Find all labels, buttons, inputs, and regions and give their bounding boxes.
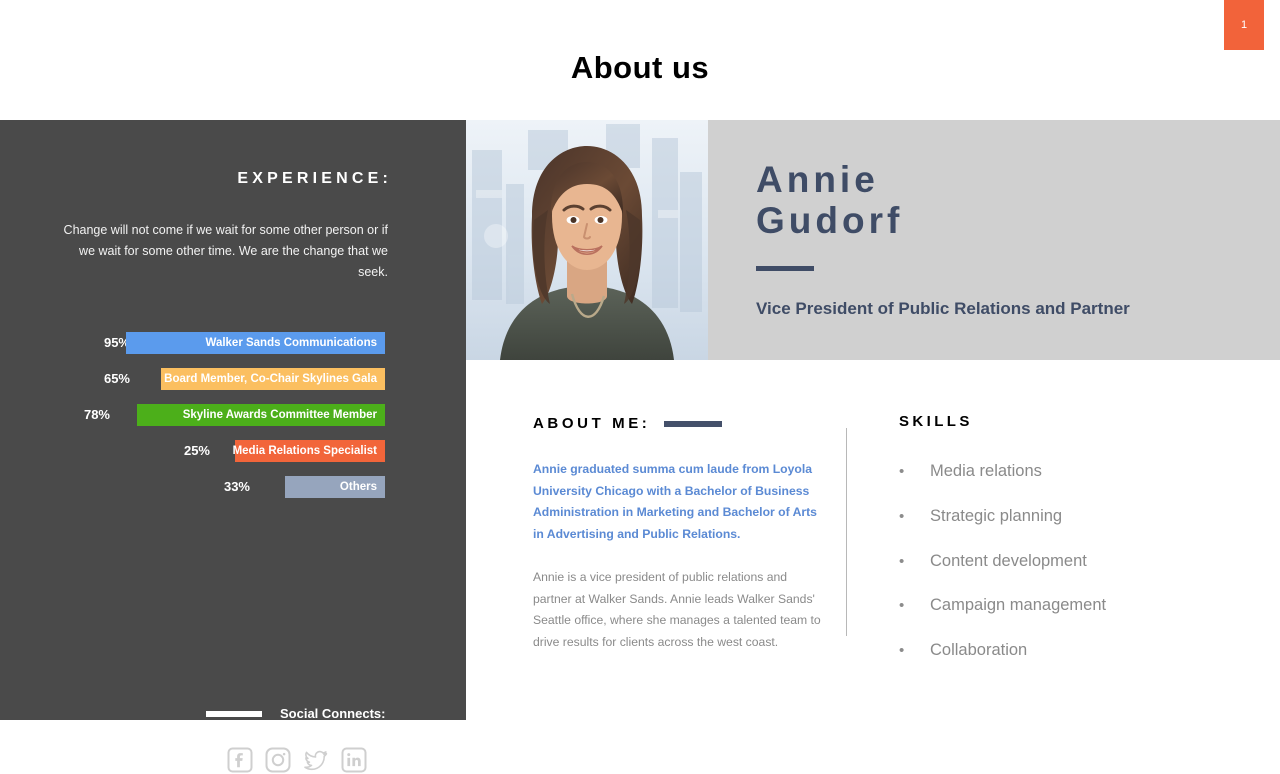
skill-label: Campaign management [930,596,1107,615]
skills-heading: SKILLS [899,413,973,430]
skill-label: Content development [930,551,1087,570]
skill-label: Strategic planning [930,506,1063,525]
bullet-icon: • [899,597,905,615]
about-me-heading: ABOUT ME: [533,415,651,432]
bar-label: Media Relations Specialist [232,445,377,457]
experience-quote: Change will not come if we wait for some… [63,223,388,279]
bar-label: Others [339,481,377,493]
name-accent-bar [756,266,814,271]
profile-name: Annie Gudorf [756,159,903,241]
social-icon-list [226,746,368,774]
bar-label: Board Member, Co-Chair Skylines Gala [164,373,377,385]
about-me-paragraph-1: Annie graduated summa cum laude from Loy… [533,462,817,541]
experience-bar-row: 78% Skyline Awards Committee Member [0,404,466,426]
social-connects-label: Social Connects: [280,706,386,721]
instagram-icon[interactable] [264,746,292,774]
experience-heading: EXPERIENCE: [237,170,392,187]
page-title: About us [570,50,710,85]
experience-bar-row: 95% Walker Sands Communications [0,332,466,354]
bar-fill: Skyline Awards Committee Member [137,404,385,426]
skill-label: Media relations [930,462,1042,480]
experience-panel: EXPERIENCE: Change will not come if we w… [0,120,466,773]
section-divider [846,428,847,636]
bar-percent-label: 78% [83,407,110,422]
experience-bar-row: 25% Media Relations Specialist [0,440,466,462]
bar-fill: Media Relations Specialist [232,440,385,462]
bar-fill: Others [285,476,385,498]
bullet-icon: • [899,642,905,660]
twitter-icon[interactable] [302,746,330,774]
page-number-badge: 1 [1224,0,1264,50]
experience-bar-row: 33% Others [0,476,466,498]
bar-label: Walker Sands Communications [205,337,377,349]
skill-label: Collaboration [930,641,1028,660]
linkedin-icon[interactable] [340,746,368,774]
profile-last-name: Gudorf [756,200,904,241]
about-me-header: ABOUT ME: [533,415,723,432]
facebook-icon[interactable] [226,746,254,774]
bullet-icon: • [899,552,905,570]
bar-percent-label: 95% [103,335,130,350]
profile-first-name: Annie [756,159,879,200]
profile-role: Vice President of Public Relations and P… [756,299,1130,318]
about-me-paragraph-2: Annie is a vice president of public rela… [533,570,821,649]
skill-item: • Content development [899,552,1229,597]
bar-fill: Walker Sands Communications [126,332,385,354]
social-dash-accent [206,710,262,717]
skill-item: • Campaign management [899,596,1229,641]
bullet-icon: • [899,507,905,525]
bar-percent-label: 33% [223,479,250,494]
skill-item: • Strategic planning [899,507,1229,552]
bullet-icon: • [899,463,905,480]
about-me-dash-accent [664,420,723,427]
bar-label: Skyline Awards Committee Member [182,409,377,421]
skill-item: • Media relations [899,462,1229,507]
experience-bar-row: 65% Board Member, Co-Chair Skylines Gala [0,368,466,390]
skills-list: • Media relations • Strategic planning • Cont… [899,462,1229,686]
experience-bar-chart: 95% Walker Sands Communications 65% Board M… [0,332,466,512]
bar-percent-label: 25% [183,443,210,458]
bar-fill: Board Member, Co-Chair Skylines Gala [161,368,385,390]
social-connects-header: Social Connects: [206,706,385,721]
bar-percent-label: 65% [103,371,130,386]
skill-item: • Collaboration [899,641,1229,686]
profile-photo [466,120,708,360]
